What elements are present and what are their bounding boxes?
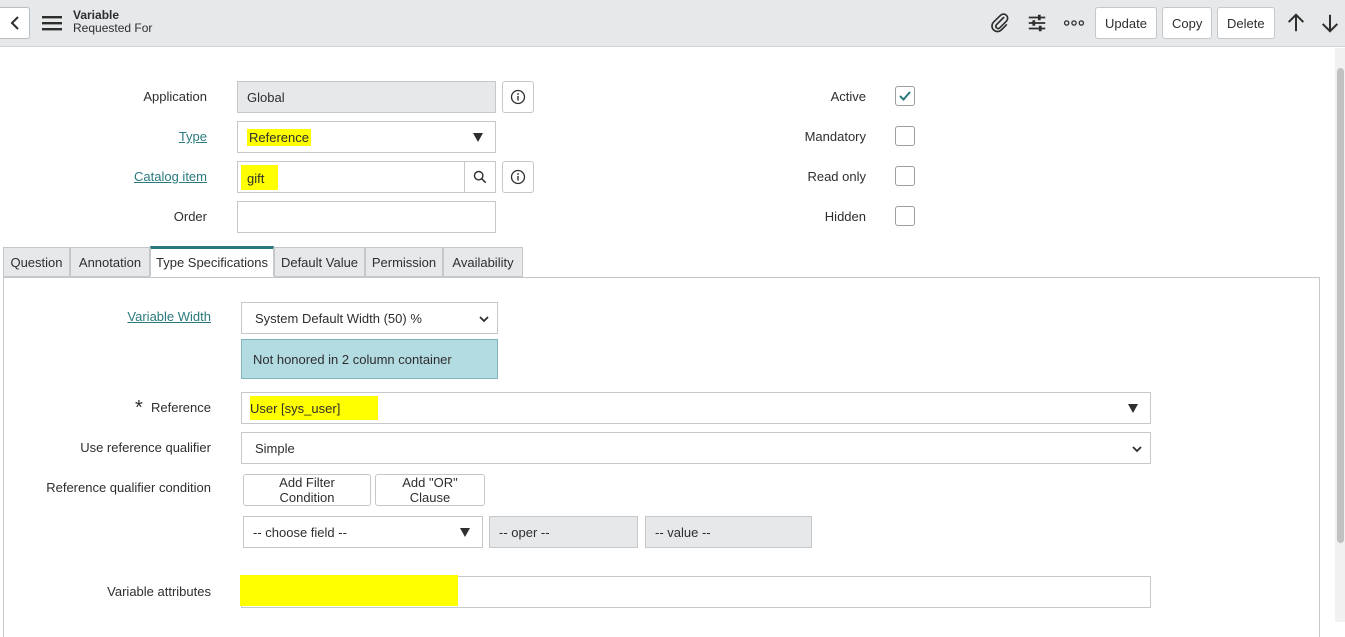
- chevron-down-icon: [479, 316, 489, 323]
- record-display-value: Requested For: [73, 21, 153, 35]
- variable-width-select[interactable]: System Default Width (50) %: [241, 302, 498, 334]
- choose-field-value: -- choose field --: [253, 524, 347, 540]
- tab-permission[interactable]: Permission: [365, 247, 443, 277]
- hamburger-menu-button[interactable]: [40, 11, 64, 35]
- paperclip-icon: [991, 13, 1009, 33]
- application-info-button[interactable]: [502, 81, 534, 113]
- required-indicator: *: [135, 397, 143, 419]
- order-label: Order: [173, 209, 207, 224]
- add-filter-condition-button[interactable]: Add Filter Condition: [243, 474, 371, 506]
- active-label: Active: [830, 89, 866, 104]
- back-button[interactable]: [0, 7, 30, 39]
- dropdown-caret-icon: [473, 133, 483, 142]
- checkmark-icon: [899, 91, 911, 101]
- variable-attributes-label: Variable attributes: [107, 584, 211, 599]
- read-only-checkbox[interactable]: [895, 166, 915, 186]
- variable-attributes-input[interactable]: [240, 575, 1151, 608]
- condition-value-field: -- value --: [645, 516, 812, 548]
- attachment-button[interactable]: [988, 11, 1012, 35]
- chevron-down-icon: [1132, 446, 1142, 453]
- sliders-icon: [1028, 14, 1046, 32]
- more-options-button[interactable]: [1062, 11, 1086, 35]
- search-icon: [473, 170, 487, 184]
- application-label: Application: [143, 89, 207, 104]
- dropdown-caret-icon: [460, 528, 470, 537]
- delete-button[interactable]: Delete: [1217, 7, 1275, 39]
- tab-default-value[interactable]: Default Value: [274, 247, 365, 277]
- mandatory-checkbox[interactable]: [895, 126, 915, 146]
- choose-field-select[interactable]: -- choose field --: [243, 516, 483, 548]
- tab-type-specifications[interactable]: Type Specifications: [150, 246, 274, 277]
- back-icon: [10, 16, 19, 30]
- application-field: Global: [237, 81, 496, 113]
- highlight-mark: [240, 575, 458, 606]
- condition-value-text: -- value --: [655, 524, 711, 540]
- reference-value: User [sys_user]: [250, 396, 379, 420]
- application-value: Global: [247, 89, 285, 105]
- type-select[interactable]: Reference: [237, 121, 496, 153]
- add-or-clause-button[interactable]: Add "OR" Clause: [375, 474, 485, 506]
- catalog-item-info-button[interactable]: [502, 161, 534, 193]
- reference-qualifier-condition-label: Reference qualifier condition: [46, 480, 211, 495]
- copy-button[interactable]: Copy: [1162, 7, 1213, 39]
- catalog-item-input[interactable]: gift: [237, 161, 465, 193]
- personalize-form-button[interactable]: [1025, 11, 1049, 35]
- operator-value: -- oper --: [499, 524, 550, 540]
- catalog-item-value: gift: [241, 164, 279, 190]
- read-only-label: Read only: [807, 169, 866, 184]
- update-button[interactable]: Update: [1095, 7, 1157, 39]
- record-type-title: Variable: [73, 8, 120, 22]
- tab-annotation[interactable]: Annotation: [70, 247, 150, 277]
- width-notice-message: Not honored in 2 column container: [241, 339, 498, 379]
- form-header: Variable Requested For Update Copy Delet…: [0, 0, 1345, 47]
- tab-availability[interactable]: Availability: [443, 247, 523, 277]
- hamburger-icon: [42, 16, 62, 31]
- hidden-checkbox[interactable]: [895, 206, 915, 226]
- use-reference-qualifier-value: Simple: [255, 440, 295, 456]
- catalog-item-lookup-button[interactable]: [464, 161, 496, 193]
- info-icon: [510, 169, 526, 185]
- dropdown-caret-icon: [1128, 404, 1138, 413]
- more-icon: [1063, 20, 1085, 26]
- type-value: Reference: [247, 128, 311, 146]
- info-icon: [510, 89, 526, 105]
- reference-select[interactable]: User [sys_user]: [241, 392, 1151, 424]
- mandatory-label: Mandatory: [804, 129, 866, 144]
- use-reference-qualifier-select[interactable]: Simple: [241, 432, 1151, 464]
- arrow-down-icon: [1321, 14, 1339, 33]
- reference-label: Reference: [151, 400, 211, 415]
- next-record-button[interactable]: [1318, 11, 1342, 35]
- type-label[interactable]: Type: [179, 129, 207, 144]
- catalog-item-label[interactable]: Catalog item: [134, 169, 207, 184]
- previous-record-button[interactable]: [1284, 11, 1308, 35]
- hidden-label: Hidden: [824, 209, 866, 224]
- use-reference-qualifier-label: Use reference qualifier: [80, 440, 211, 455]
- variable-width-label[interactable]: Variable Width: [127, 309, 211, 324]
- tab-question[interactable]: Question: [3, 247, 70, 277]
- arrow-up-icon: [1287, 13, 1305, 32]
- operator-select: -- oper --: [489, 516, 638, 548]
- active-checkbox[interactable]: [895, 86, 915, 106]
- order-input[interactable]: [237, 201, 496, 233]
- variable-width-value: System Default Width (50) %: [255, 310, 422, 326]
- page-scrollbar-thumb[interactable]: [1337, 68, 1344, 543]
